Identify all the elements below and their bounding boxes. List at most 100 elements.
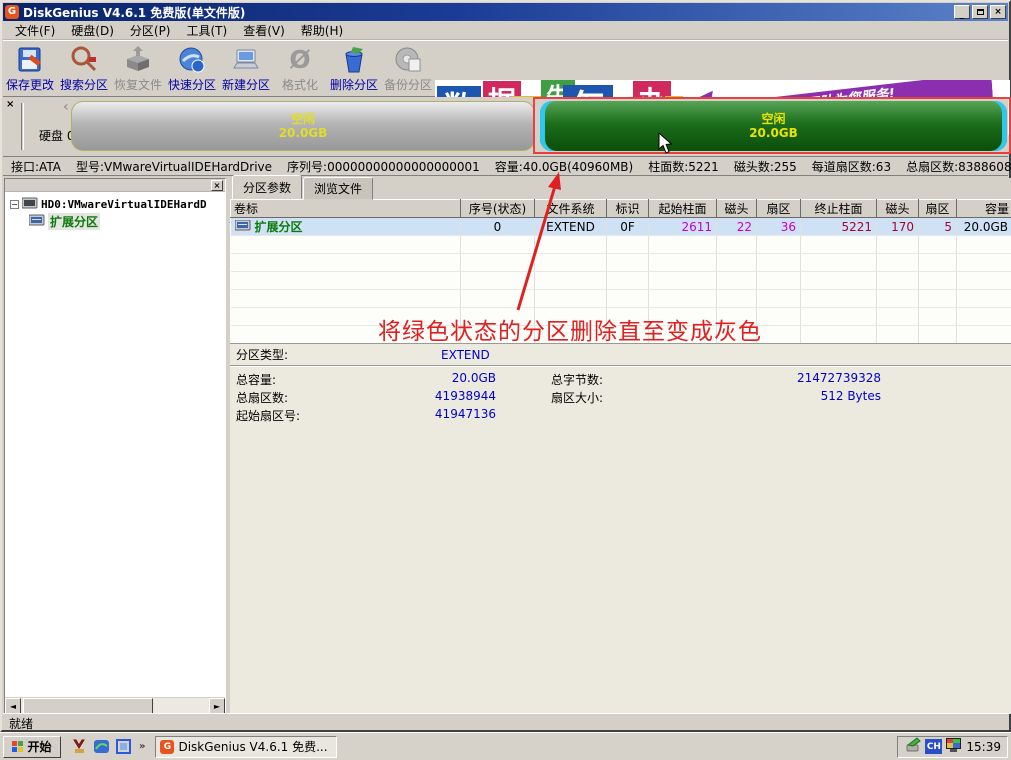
format-button: Ø 格式化 xyxy=(273,41,327,96)
block-size: 20.0GB xyxy=(279,126,328,140)
total-sectors-label: 总扇区数: xyxy=(236,389,376,406)
quick-launch-overflow-icon[interactable]: » xyxy=(139,741,145,752)
save-icon xyxy=(15,45,45,75)
save-changes-button[interactable]: 保存更改 xyxy=(3,41,57,96)
cell-end-cylinder: 5221 xyxy=(801,218,877,236)
menu-disk[interactable]: 硬盘(D) xyxy=(63,20,122,41)
cell-end-head: 170 xyxy=(877,218,919,236)
clock[interactable]: 15:39 xyxy=(966,740,1001,754)
disk-icon xyxy=(22,197,38,212)
col-start-cylinder[interactable]: 起始柱面 xyxy=(649,200,717,218)
col-end-cylinder[interactable]: 终止柱面 xyxy=(801,200,877,218)
start-button[interactable]: 开始 xyxy=(3,736,61,758)
tree-panel-close-button[interactable]: × xyxy=(211,180,223,191)
cell-end-sector: 5 xyxy=(919,218,957,236)
status-bar: 就绪 xyxy=(3,713,1008,729)
new-partition-button[interactable]: 新建分区 xyxy=(219,41,273,96)
partition-tree: − HD0:VMwareVirtualIDEHardD 扩展分区 xyxy=(5,192,225,234)
partition-type-value: EXTEND xyxy=(441,348,490,362)
display-settings-icon[interactable] xyxy=(945,737,963,756)
titlebar[interactable]: G DiskGenius V4.6.1 免费版(单文件版) _ × xyxy=(3,3,1008,21)
menu-help[interactable]: 帮助(H) xyxy=(293,20,351,41)
taskbar-app-label: DiskGenius V4.6.1 免费... xyxy=(178,738,327,755)
panel-close-icon[interactable]: × xyxy=(6,99,14,110)
tree-item-disk[interactable]: − HD0:VMwareVirtualIDEHardD xyxy=(7,196,223,213)
diskgenius-window: G DiskGenius V4.6.1 免费版(单文件版) _ × 文件(F) … xyxy=(0,0,1011,732)
partition-block-free-gray[interactable]: 空闲 20.0GB xyxy=(71,101,535,151)
tab-partition-parameters[interactable]: 分区参数 xyxy=(232,175,302,199)
col-id[interactable]: 标识 xyxy=(607,200,649,218)
system-tray: CH 15:39 xyxy=(897,736,1008,758)
toolbar-label: 搜索分区 xyxy=(60,76,108,93)
minimize-button[interactable]: _ xyxy=(954,5,970,19)
disk-cylinders: 柱面数:5221 xyxy=(648,158,719,175)
disk-heads: 磁头数:255 xyxy=(734,158,797,175)
table-row-extended-partition[interactable]: 扩展分区 0 EXTEND 0F 2611 22 36 5221 170 5 2… xyxy=(231,218,1011,236)
tree-item-extended-partition[interactable]: 扩展分区 xyxy=(7,213,223,230)
language-indicator[interactable]: CH xyxy=(925,739,942,754)
disk-label: 硬盘 0 xyxy=(39,127,74,144)
panel-splitter xyxy=(21,103,24,150)
new-partition-icon xyxy=(231,45,261,75)
close-icon: × xyxy=(994,8,1002,17)
total-capacity-value: 20.0GB xyxy=(376,371,496,388)
menu-view[interactable]: 查看(V) xyxy=(235,20,293,41)
menu-file[interactable]: 文件(F) xyxy=(7,20,63,41)
quick-launch-icon-2[interactable] xyxy=(93,738,110,755)
toolbar-label: 恢复文件 xyxy=(114,76,162,93)
annotation-text: 将绿色状态的分区删除直至变成灰色 xyxy=(378,312,762,346)
diskgenius-icon: G xyxy=(160,740,174,754)
start-label: 开始 xyxy=(27,738,51,755)
safely-remove-icon[interactable] xyxy=(904,737,922,756)
delete-partition-button[interactable]: 删除分区 xyxy=(327,41,381,96)
cell-filesystem: EXTEND xyxy=(535,218,607,236)
taskbar-app-button[interactable]: G DiskGenius V4.6.1 免费... xyxy=(155,736,337,758)
start-sector-label: 起始扇区号: xyxy=(236,407,376,424)
table-empty-row xyxy=(231,290,1011,308)
backup-partition-icon xyxy=(393,45,423,75)
menu-partition[interactable]: 分区(P) xyxy=(122,20,179,41)
delete-partition-icon xyxy=(339,45,369,75)
col-volume-label[interactable]: 卷标 xyxy=(231,200,461,218)
quick-launch-icon-3[interactable] xyxy=(115,738,132,755)
block-size: 20.0GB xyxy=(749,126,798,140)
scroll-right-icon[interactable]: ► xyxy=(209,698,225,714)
col-end-head[interactable]: 磁头 xyxy=(877,200,919,218)
windows-logo-icon xyxy=(12,741,24,753)
search-partition-button[interactable]: 搜索分区 xyxy=(57,41,111,96)
partition-details-section: 分区类型: EXTEND 总容量: 20.0GB 总字节数: 214727393… xyxy=(230,343,1011,714)
collapse-icon[interactable]: − xyxy=(10,200,19,209)
col-start-head[interactable]: 磁头 xyxy=(717,200,757,218)
quick-launch-icon-1[interactable] xyxy=(71,738,88,755)
cell-volume-label: 扩展分区 xyxy=(255,218,303,235)
scrollbar-thumb[interactable] xyxy=(23,698,153,714)
col-end-sector[interactable]: 扇区 xyxy=(919,200,957,218)
table-empty-row xyxy=(231,236,1011,254)
details-grid: 总容量: 20.0GB 总字节数: 21472739328 总扇区数: 4193… xyxy=(230,367,1011,428)
cell-index-status: 0 xyxy=(461,218,535,236)
close-button[interactable]: × xyxy=(990,5,1006,19)
disk-total-sectors: 总扇区数:83886080 xyxy=(906,158,1011,175)
partition-block-free-green[interactable]: 空闲 20.0GB xyxy=(540,101,1007,151)
disk-bar-panel: × ‹ › 硬盘 0 空闲 20.0GB 空闲 20.0GB xyxy=(3,97,1008,157)
restore-button[interactable] xyxy=(972,5,988,19)
col-start-sector[interactable]: 扇区 xyxy=(757,200,801,218)
disk-model: 型号:VMwareVirtualIDEHardDrive xyxy=(76,158,272,175)
tab-browse-files[interactable]: 浏览文件 xyxy=(303,177,373,200)
tree-horizontal-scrollbar[interactable]: ◄ ► xyxy=(5,697,225,713)
quick-partition-button[interactable]: 快速分区 xyxy=(165,41,219,96)
col-filesystem[interactable]: 文件系统 xyxy=(535,200,607,218)
block-title: 空闲 xyxy=(291,112,315,126)
scroll-left-icon[interactable]: ◄ xyxy=(5,698,21,714)
disk-interface: 接口:ATA xyxy=(11,158,61,175)
tree-partition-label: 扩展分区 xyxy=(48,213,100,230)
col-index-status[interactable]: 序号(状态) xyxy=(461,200,535,218)
cell-id: 0F xyxy=(607,218,649,236)
total-bytes-label: 总字节数: xyxy=(551,371,701,388)
menu-tools[interactable]: 工具(T) xyxy=(179,20,236,41)
scrollbar-track[interactable] xyxy=(153,698,209,713)
table-header-row: 卷标 序号(状态) 文件系统 标识 起始柱面 磁头 扇区 终止柱面 磁头 扇区 … xyxy=(231,200,1011,218)
toolbar-label: 快速分区 xyxy=(168,76,216,93)
col-capacity[interactable]: 容量 xyxy=(957,200,1011,218)
cell-start-head: 22 xyxy=(717,218,757,236)
